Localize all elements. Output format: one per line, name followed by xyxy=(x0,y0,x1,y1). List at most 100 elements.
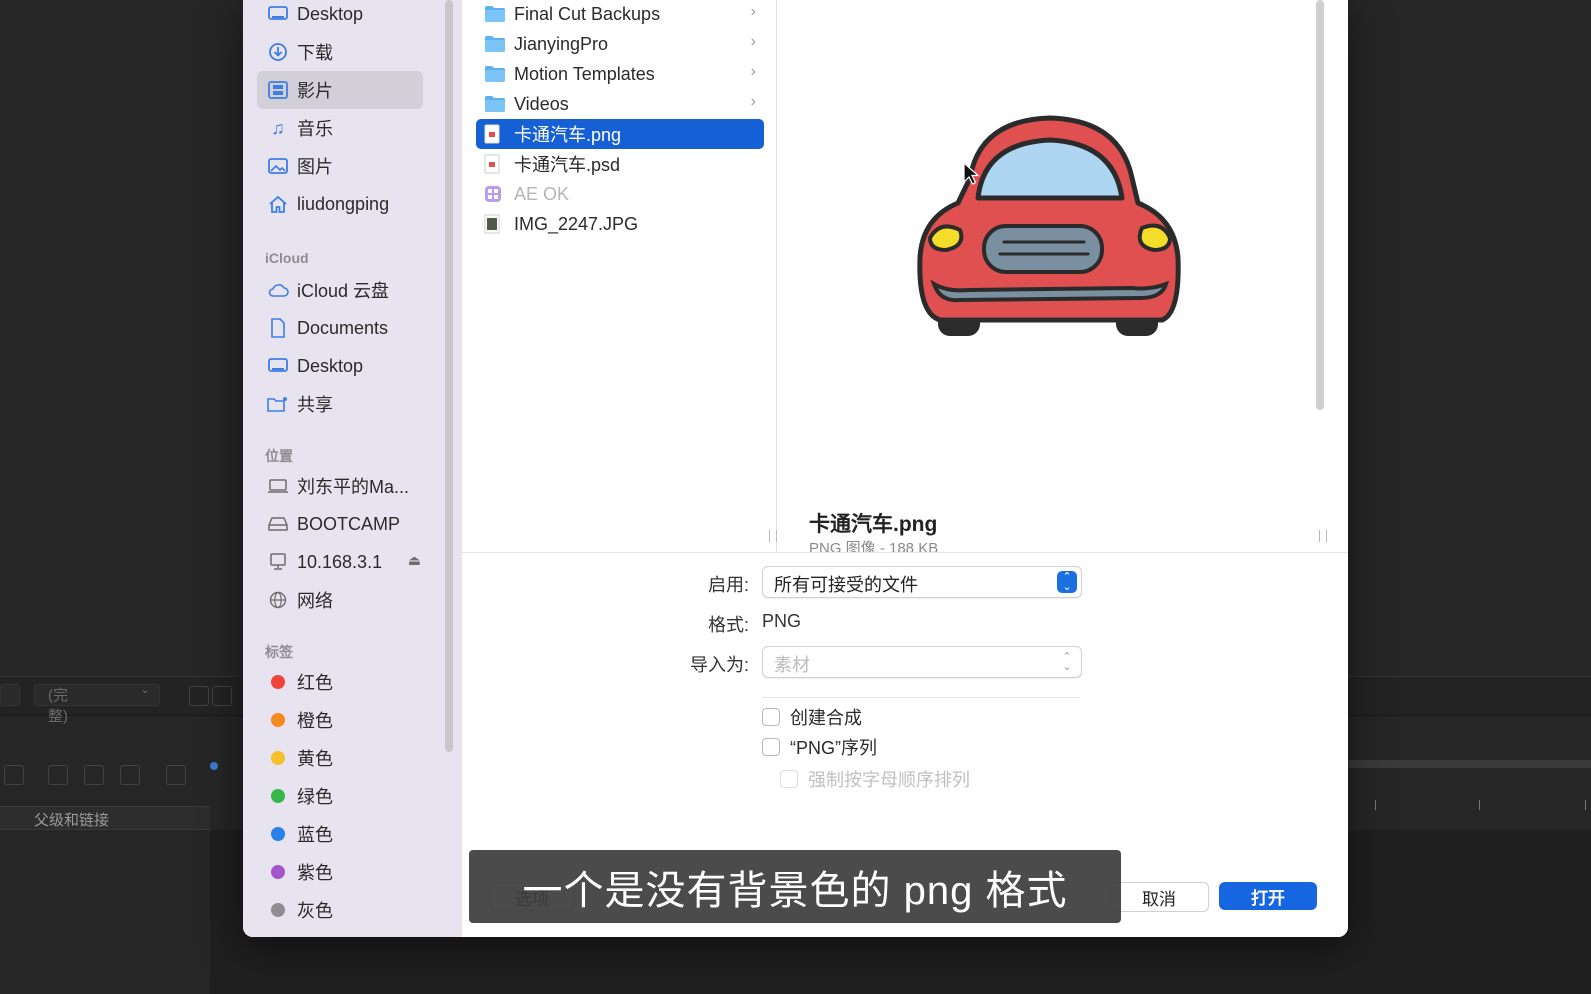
sidebar-item-pictures[interactable]: 图片 xyxy=(257,147,423,185)
gray-tag-icon xyxy=(271,903,285,917)
folder-icon xyxy=(484,95,506,113)
chevron-right-icon: › xyxy=(750,3,756,20)
folder-icon xyxy=(484,5,506,23)
sidebar-item-network-server[interactable]: 10.168.3.1 ⏏ xyxy=(257,543,423,581)
sidebar-item-icloud-desktop[interactable]: Desktop xyxy=(257,347,423,385)
sidebar-item-downloads[interactable]: 下载 xyxy=(257,33,423,71)
preview-file-meta: PNG 图像 - 188 KB xyxy=(809,540,939,552)
sidebar-tag-blue[interactable]: 蓝色 xyxy=(257,815,423,853)
file-row-ae-ok[interactable]: AE OK xyxy=(476,179,764,209)
file-name: 卡通汽车.psd xyxy=(514,155,621,175)
import-as-value: 素材 xyxy=(774,655,810,675)
import-as-select[interactable]: 素材 ⌃ ⌄ xyxy=(762,646,1082,678)
updown-chevron-icon: ⌃ ⌄ xyxy=(1062,651,1072,673)
force-alpha-order-label: 强制按字母顺序排列 xyxy=(808,770,970,790)
bg-tool-icon[interactable] xyxy=(84,765,104,785)
file-name: IMG_2247.JPG xyxy=(514,213,639,234)
app-icon xyxy=(484,185,506,203)
force-alpha-order-checkbox xyxy=(780,770,798,788)
column-resize-handle[interactable] xyxy=(769,530,777,542)
bg-tool-icon[interactable] xyxy=(212,686,232,706)
sidebar-section-icloud: iCloud xyxy=(265,250,309,266)
sidebar-scrollbar[interactable] xyxy=(445,0,453,752)
file-name: AE OK xyxy=(514,183,570,204)
photo-file-icon xyxy=(484,214,506,234)
enable-file-type-value: 所有可接受的文件 xyxy=(774,575,918,595)
file-row-cartoon-car-psd[interactable]: 卡通汽车.psd xyxy=(476,149,764,179)
file-row-cartoon-car-png[interactable]: 卡通汽车.png xyxy=(476,119,764,149)
file-row-videos[interactable]: Videos › xyxy=(476,89,764,119)
sidebar-item-label: Desktop xyxy=(297,3,364,24)
sidebar-item-label: 10.168.3.1 xyxy=(297,551,383,572)
bg-tool-icon[interactable] xyxy=(166,765,186,785)
sidebar-item-label: 刘东平的Ma... xyxy=(297,477,410,497)
yellow-tag-icon xyxy=(271,751,285,765)
bg-timeline-ruler xyxy=(1345,800,1591,812)
sidebar-item-desktop[interactable]: Desktop xyxy=(257,0,423,33)
bg-playhead[interactable] xyxy=(210,762,218,770)
png-sequence-checkbox-row[interactable]: “PNG”序列 xyxy=(762,734,877,760)
sidebar-item-network[interactable]: 网络 xyxy=(257,581,423,619)
cancel-button[interactable]: 取消 xyxy=(1109,882,1209,912)
bg-tool-icon[interactable] xyxy=(120,765,140,785)
enable-label: 启用: xyxy=(707,575,749,595)
drive-icon xyxy=(265,517,291,531)
updown-chevron-icon: ⌃ ⌄ xyxy=(1057,571,1077,593)
music-icon: ♫ xyxy=(271,117,285,138)
shared-folder-icon xyxy=(265,396,291,412)
column-resize-handle[interactable] xyxy=(1319,530,1327,542)
purple-tag-icon xyxy=(271,865,285,879)
file-row-img-2247[interactable]: IMG_2247.JPG xyxy=(476,209,764,239)
file-name: Final Cut Backups xyxy=(514,3,661,24)
film-icon xyxy=(265,81,291,99)
create-composition-checkbox[interactable] xyxy=(762,708,780,726)
desktop-icon xyxy=(265,6,291,22)
sidebar-item-label: Desktop xyxy=(297,355,364,376)
format-value: PNG xyxy=(762,611,802,631)
divider xyxy=(762,697,1080,698)
photo-icon xyxy=(265,158,291,174)
create-composition-checkbox-row[interactable]: 创建合成 xyxy=(762,704,862,730)
desktop-icon xyxy=(265,358,291,374)
sidebar-tag-purple[interactable]: 紫色 xyxy=(257,853,423,891)
globe-icon xyxy=(265,591,291,609)
sidebar-tag-gray[interactable]: 灰色 xyxy=(257,891,423,929)
bg-tool-icon[interactable] xyxy=(48,765,68,785)
open-file-dialog: Desktop 下载 影片 ♫ 音乐 图片 liudongping iCloud… xyxy=(243,0,1348,937)
mouse-cursor-icon xyxy=(963,162,979,185)
png-sequence-label: “PNG”序列 xyxy=(790,738,877,758)
sidebar-item-bootcamp[interactable]: BOOTCAMP xyxy=(257,505,423,543)
eject-icon[interactable]: ⏏ xyxy=(408,552,421,569)
file-row-motion-templates[interactable]: Motion Templates › xyxy=(476,59,764,89)
sidebar-item-movies[interactable]: 影片 xyxy=(257,71,423,109)
sidebar-item-music[interactable]: ♫ 音乐 xyxy=(257,109,423,147)
file-row-final-cut-backups[interactable]: Final Cut Backups › xyxy=(476,0,764,29)
sidebar-item-label: 下载 xyxy=(297,43,333,63)
folder-icon xyxy=(484,65,506,83)
bg-timeline-bar[interactable] xyxy=(1345,760,1591,768)
sidebar-item-mac[interactable]: 刘东平的Ma... xyxy=(257,467,423,505)
bg-tool-icon[interactable] xyxy=(4,765,24,785)
sidebar-tag-green[interactable]: 绿色 xyxy=(257,777,423,815)
bg-tool-icon[interactable] xyxy=(189,686,209,706)
network-display-icon xyxy=(265,553,291,571)
chevron-right-icon: › xyxy=(750,63,756,80)
sidebar-tag-red[interactable]: 红色 xyxy=(257,663,423,701)
bg-parent-link-header: 父级和链接 xyxy=(0,806,210,830)
chevron-right-icon: › xyxy=(750,93,756,110)
sidebar-tag-yellow[interactable]: 黄色 xyxy=(257,739,423,777)
sidebar-item-documents[interactable]: Documents xyxy=(257,309,423,347)
sidebar-item-label: 紫色 xyxy=(297,863,333,883)
sidebar-item-home[interactable]: liudongping xyxy=(257,185,423,223)
sidebar-item-label: BOOTCAMP xyxy=(297,513,401,534)
cloud-icon xyxy=(265,283,291,297)
file-row-jianyingpro[interactable]: JianyingPro › xyxy=(476,29,764,59)
sidebar-item-shared[interactable]: 共享 xyxy=(257,385,423,423)
png-sequence-checkbox[interactable] xyxy=(762,738,780,756)
sidebar-tag-orange[interactable]: 橙色 xyxy=(257,701,423,739)
enable-file-type-select[interactable]: 所有可接受的文件 ⌃ ⌄ xyxy=(762,566,1082,598)
sidebar-item-label: 共享 xyxy=(297,395,333,415)
preview-scrollbar[interactable] xyxy=(1316,0,1324,410)
open-button[interactable]: 打开 xyxy=(1219,882,1317,910)
sidebar-item-icloud-drive[interactable]: iCloud 云盘 xyxy=(257,271,423,309)
